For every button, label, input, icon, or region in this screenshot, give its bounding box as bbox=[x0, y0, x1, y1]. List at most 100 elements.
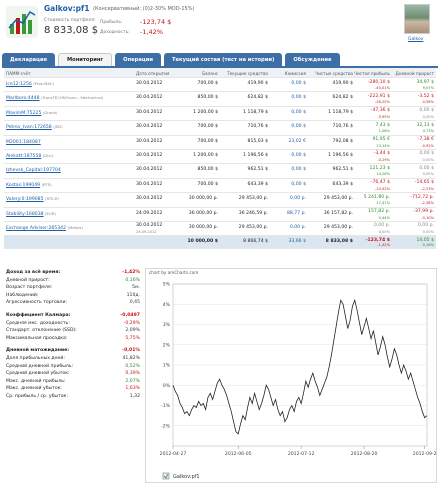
account-link[interactable]: Stability:168038 bbox=[6, 212, 44, 217]
daily-growth-pct: -0,10% bbox=[421, 215, 434, 220]
table-row[interactable]: Ice12:1256 (Pros-MAC) 30.04.2012 700,00 $ 4… bbox=[4, 78, 436, 93]
table-total-row: 10 000,00 $ 8 866,74 $ 33,66 $ 8 833,08 … bbox=[4, 236, 436, 250]
net-profit-pct: -3,95% bbox=[377, 114, 390, 119]
broker-label: (Grand) bbox=[42, 109, 58, 115]
net-profit: 5 241,80 р. bbox=[363, 194, 390, 200]
commission: 0,00 $ bbox=[291, 167, 306, 173]
balance: 700,00 $ bbox=[197, 81, 218, 86]
total-daily: 14,05 $ bbox=[416, 237, 434, 243]
tab-declaration[interactable]: Декларация bbox=[2, 53, 55, 66]
current-funds: 643,39 $ bbox=[247, 181, 268, 187]
stat-label: Максимальная просадка: bbox=[6, 335, 68, 341]
column-header-daily[interactable]: Дневной прирост bbox=[396, 71, 435, 76]
account-name[interactable]: Marlboro:4448 (TransTECHNOcom - Mechanic… bbox=[6, 95, 103, 101]
stat-label: Дневной матожидание: bbox=[6, 348, 70, 354]
portfolio-title[interactable]: Galkov:pf1 bbox=[44, 4, 89, 13]
account-name[interactable]: Alekatt:187558 (Divi) bbox=[6, 153, 53, 159]
account-name[interactable]: Kostas:199049 (RTS) bbox=[6, 182, 52, 188]
table-row[interactable]: Alekatt:187558 (Divi) 30.04.2012 1 200,00 … bbox=[4, 150, 436, 165]
account-name[interactable]: Izhevsk_Capital:197704 bbox=[6, 167, 61, 173]
stat-row: Доля прибыльных дней: 41,82% bbox=[4, 356, 140, 364]
table-row[interactable]: Kostas:199049 (RTS) 30.04.2012 700,00 $ 643… bbox=[4, 179, 436, 194]
account-link[interactable]: MaximM:75225 bbox=[6, 111, 41, 116]
total-profit: -123,74 $ bbox=[365, 237, 390, 243]
daily-growth: 32,13 $ bbox=[416, 122, 434, 128]
net-funds: 36 157,82 р. bbox=[323, 210, 353, 216]
y-tick-label: 1% bbox=[163, 363, 171, 369]
table-row[interactable]: M2001:184087 30.04.2012 700,00 $ 815,03 $ 2… bbox=[4, 136, 436, 150]
stat-value: 0,16% bbox=[125, 277, 140, 283]
broker-label: (RTS-R) bbox=[45, 196, 60, 202]
table-row[interactable]: Valery:0:199085 (RTS-R) 30.04.2012 30 000,… bbox=[4, 193, 436, 208]
account-name[interactable]: Valery:0:199085 (RTS-R) bbox=[6, 196, 59, 202]
legend-label[interactable]: Galkov:pf1 bbox=[173, 474, 200, 480]
table-header-row: ПАММ-счёт Дата открытия Баланс Текущие с… bbox=[4, 68, 436, 78]
portfolio-value: 8 833,08 $ bbox=[44, 25, 99, 36]
stat-value: 2,07% bbox=[125, 378, 140, 384]
account-link[interactable]: Izhevsk_Capital:197704 bbox=[6, 168, 61, 173]
user-avatar[interactable] bbox=[404, 4, 430, 34]
stat-label: Ср. прибыль / ср. убыток: bbox=[6, 393, 68, 399]
account-link[interactable]: M2001:184087 bbox=[6, 140, 41, 145]
account-name[interactable]: Petrov_Ivan:172658 (JSD) bbox=[6, 124, 63, 130]
account-link[interactable]: Marlboro:4448 bbox=[6, 96, 40, 101]
series-line-galkov-pf1[interactable] bbox=[172, 298, 428, 435]
tab-current-composition[interactable]: Текущий состав (тест на истории) bbox=[164, 53, 283, 66]
commission: 0,00 $ bbox=[291, 152, 306, 158]
stat-value: 0,39% bbox=[125, 371, 140, 377]
account-link[interactable]: Alekatt:187558 bbox=[6, 154, 41, 159]
table-row[interactable]: Stability:168038 (EUR) 24.09.2012 36 000,0… bbox=[4, 208, 436, 222]
account-name[interactable]: Exchange Adviser:265342 (Metals) bbox=[6, 225, 83, 231]
tab-monitoring[interactable]: Мониторинг bbox=[57, 53, 113, 66]
net-funds: 1 196,56 $ bbox=[328, 152, 353, 158]
column-header-account[interactable]: ПАММ-счёт bbox=[6, 71, 31, 76]
stat-label: Агрессивность торговли: bbox=[6, 300, 68, 306]
net-funds: 1 118,79 $ bbox=[328, 109, 353, 115]
open-date: 30.04.2012 bbox=[136, 124, 163, 130]
commission: 23,02 € bbox=[288, 138, 306, 144]
daily-growth-pct: -2,23% bbox=[421, 186, 434, 191]
column-header-commission[interactable]: Комиссия bbox=[285, 71, 306, 76]
net-funds: 710,76 $ bbox=[332, 124, 353, 130]
account-link[interactable]: Valery:0:199085 bbox=[6, 197, 44, 202]
account-link[interactable]: Exchange Adviser:265342 bbox=[6, 226, 66, 231]
stat-row: Средний дневной прибыль: 0,52% bbox=[4, 364, 140, 372]
x-tick-label: 2012-04-27 bbox=[160, 451, 187, 457]
account-link[interactable]: Kostas:199049 bbox=[6, 183, 40, 188]
column-header-current[interactable]: Текущие средства bbox=[227, 71, 268, 76]
commission: 0,00 р. bbox=[289, 224, 306, 230]
column-header-balance[interactable]: Баланс bbox=[202, 71, 218, 76]
account-link[interactable]: Ice12:1256 bbox=[6, 82, 32, 87]
stat-value: 0,52% bbox=[125, 363, 140, 369]
column-header-net[interactable]: Чистые средства bbox=[315, 71, 353, 76]
account-link[interactable]: Petrov_Ivan:172658 bbox=[6, 125, 52, 130]
table-row[interactable]: Marlboro:4448 (TransTECHNOcom - Mechanic… bbox=[4, 92, 436, 107]
stat-value: 5,75% bbox=[125, 335, 140, 341]
total-daily-pct: 0,16% bbox=[422, 243, 434, 248]
account-name[interactable]: Stability:168038 (EUR) bbox=[6, 211, 56, 217]
table-row[interactable]: Petrov_Ivan:172658 (JSD) 30.04.2012 700,00… bbox=[4, 121, 436, 136]
user-name-link[interactable]: Galkov bbox=[408, 37, 423, 42]
account-name[interactable]: M2001:184087 bbox=[6, 139, 41, 145]
stat-row: Агрессивность торговли: 0,45 bbox=[4, 300, 140, 308]
account-name[interactable]: Ice12:1256 (Pros-MAC) bbox=[6, 81, 54, 87]
commission: 0,00 $ bbox=[291, 124, 306, 130]
tab-operations[interactable]: Операции bbox=[115, 53, 161, 66]
column-header-open-date[interactable]: Дата открытия bbox=[136, 71, 169, 76]
broker-label: (Metals) bbox=[67, 224, 83, 230]
yield-label: Доходность: bbox=[100, 30, 130, 35]
balance: 30 000,00 р. bbox=[188, 224, 218, 230]
column-header-profit[interactable]: Чистая прибыль bbox=[354, 71, 390, 76]
table-row[interactable]: MaximM:75225 (Grand) 30.04.2012 1 200,00 $… bbox=[4, 107, 436, 122]
open-date: 30.04.2012 bbox=[136, 138, 163, 144]
net-profit-pct: -40,01% bbox=[375, 86, 390, 90]
daily-growth: -14,65 $ bbox=[414, 180, 434, 186]
open-date: 30.04.2012 bbox=[136, 109, 163, 115]
table-row[interactable]: Exchange Adviser:265342 (Metals) 30.04.20… bbox=[4, 222, 436, 237]
stat-value: 1,32 bbox=[129, 393, 140, 399]
tab-discussion[interactable]: Обсуждение bbox=[285, 53, 340, 66]
tab-bar: Декларация Мониторинг Операции Текущий с… bbox=[2, 53, 438, 67]
account-name[interactable]: MaximM:75225 (Grand) bbox=[6, 110, 57, 116]
table-row[interactable]: Izhevsk_Capital:197704 30.04.2012 850,00 … bbox=[4, 164, 436, 179]
y-tick-label: 5% bbox=[163, 282, 171, 288]
